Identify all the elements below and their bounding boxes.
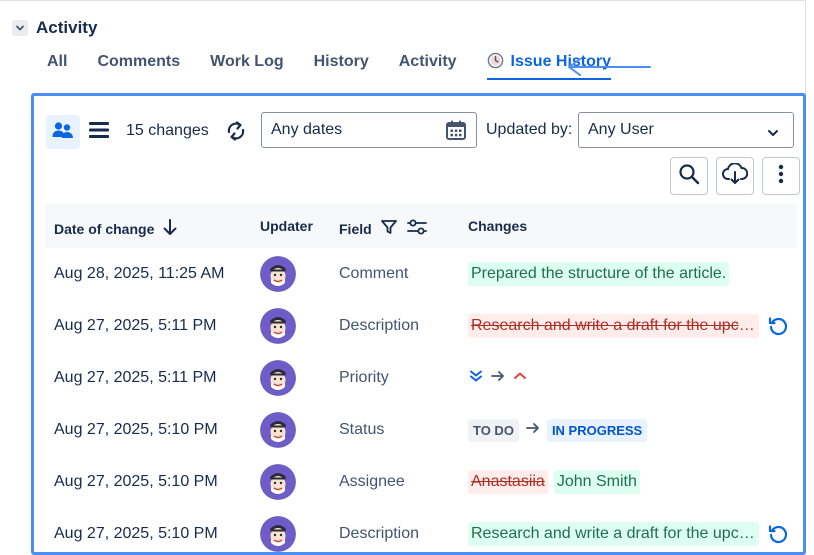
activity-title: Activity (36, 18, 98, 37)
avatar[interactable] (260, 516, 296, 552)
revert-icon[interactable] (767, 523, 789, 545)
header-updater: Updater (260, 218, 313, 234)
field-name: Status (339, 421, 385, 438)
revert-icon[interactable] (767, 315, 789, 337)
change-date: Aug 27, 2025, 5:10 PM (54, 525, 218, 542)
change-date: Aug 27, 2025, 5:10 PM (54, 421, 218, 438)
arrow-right-icon (490, 368, 506, 389)
tab-work-log[interactable]: Work Log (210, 52, 283, 78)
user-filter-select[interactable]: Any User (578, 112, 794, 148)
updated-by-label: Updated by: (486, 121, 573, 138)
changes-count: 15 changes (126, 122, 209, 139)
table-header: Date of change Updater Field Changes (45, 204, 797, 248)
chevron-down-icon (767, 125, 779, 143)
arrow-down-icon[interactable] (162, 218, 178, 239)
settings-sliders-icon[interactable] (406, 218, 428, 239)
people-icon (52, 120, 74, 145)
history-table: Date of change Updater Field Changes Aug… (45, 204, 797, 552)
top-divider (0, 0, 806, 1)
field-name: Description (339, 317, 420, 334)
clock-icon (487, 52, 504, 78)
user-filter-value: Any User (588, 121, 654, 138)
priority-lowest-icon (468, 368, 484, 389)
header-date-label: Date of change (54, 220, 155, 237)
toolbar: 15 changes Any dates Updated by: Any Use… (34, 96, 803, 156)
arrow-left-icon (566, 57, 652, 82)
header-changes-label: Changes (468, 218, 528, 234)
change-date: Aug 28, 2025, 11:25 AM (54, 265, 225, 282)
header-date[interactable]: Date of change (54, 218, 178, 239)
table-row[interactable]: Aug 27, 2025, 5:11 PM Description Resear… (45, 300, 797, 352)
change-value: TO DO IN PROGRESS (468, 416, 648, 444)
field-name: Description (339, 525, 420, 542)
change-value (468, 364, 528, 392)
field-name: Assignee (339, 473, 405, 490)
removed-value: Research and write a draft for the upco.… (468, 314, 759, 338)
view-toggle (46, 115, 118, 151)
avatar[interactable] (260, 308, 296, 344)
avatar[interactable] (260, 360, 296, 396)
arrow-right-icon (525, 420, 541, 441)
change-date: Aug 27, 2025, 5:10 PM (54, 473, 218, 490)
change-value: Research and write a draft for the upco.… (468, 312, 789, 340)
priority-high-icon (512, 368, 528, 389)
list-view-button[interactable] (82, 115, 116, 149)
change-date: Aug 27, 2025, 5:11 PM (54, 369, 217, 386)
refresh-icon (225, 120, 247, 147)
avatar[interactable] (260, 256, 296, 292)
group-by-user-button[interactable] (46, 115, 80, 149)
header-changes: Changes (468, 218, 527, 234)
activity-tabs: All Comments Work Log History Activity I… (47, 52, 641, 82)
change-value: Anastasiia John Smith (468, 468, 640, 496)
avatar[interactable] (260, 464, 296, 500)
refresh-button[interactable] (222, 119, 250, 147)
change-date: Aug 27, 2025, 5:11 PM (54, 317, 217, 334)
download-button[interactable] (716, 157, 754, 195)
table-row[interactable]: Aug 27, 2025, 5:10 PM Assignee Anastasii… (45, 456, 797, 508)
field-name: Comment (339, 265, 409, 282)
status-badge-from: TO DO (468, 418, 519, 442)
table-row[interactable]: Aug 27, 2025, 5:10 PM Status TO DO IN PR… (45, 404, 797, 456)
status-badge-to: IN PROGRESS (546, 418, 648, 442)
tab-history[interactable]: History (314, 52, 369, 78)
change-value: Research and write a draft for the upco.… (468, 520, 789, 548)
tab-comments[interactable]: Comments (97, 52, 180, 78)
more-options-button[interactable] (762, 157, 800, 195)
tab-activity[interactable]: Activity (399, 52, 457, 78)
change-value: Prepared the structure of the article. (468, 260, 730, 288)
table-row[interactable]: Aug 27, 2025, 5:11 PM Priority (45, 352, 797, 404)
header-field-label: Field (339, 220, 372, 237)
chevron-down-icon[interactable] (12, 20, 28, 36)
activity-header[interactable]: Activity (12, 18, 97, 38)
date-filter-input[interactable]: Any dates (261, 112, 477, 148)
search-icon (678, 163, 700, 190)
tab-all[interactable]: All (47, 52, 67, 78)
filter-icon[interactable] (380, 218, 398, 239)
cloud-download-icon (722, 161, 749, 190)
list-icon (88, 120, 110, 145)
date-filter-value: Any dates (271, 121, 343, 138)
search-button[interactable] (670, 157, 708, 195)
calendar-icon[interactable] (445, 119, 467, 146)
header-updater-label: Updater (260, 218, 313, 234)
table-row[interactable]: Aug 28, 2025, 11:25 AM Comment Prepared … (45, 248, 797, 300)
more-vertical-icon (778, 163, 784, 190)
table-row[interactable]: Aug 27, 2025, 5:10 PM Description Resear… (45, 508, 797, 552)
issue-history-panel: 15 changes Any dates Updated by: Any Use… (31, 93, 806, 555)
added-value: Prepared the structure of the article. (468, 262, 730, 286)
added-value: Research and write a draft for the upco.… (468, 522, 759, 546)
header-field: Field (339, 218, 428, 239)
field-name: Priority (339, 369, 389, 386)
avatar[interactable] (260, 412, 296, 448)
added-value: John Smith (553, 470, 640, 494)
removed-value: Anastasiia (468, 470, 548, 494)
